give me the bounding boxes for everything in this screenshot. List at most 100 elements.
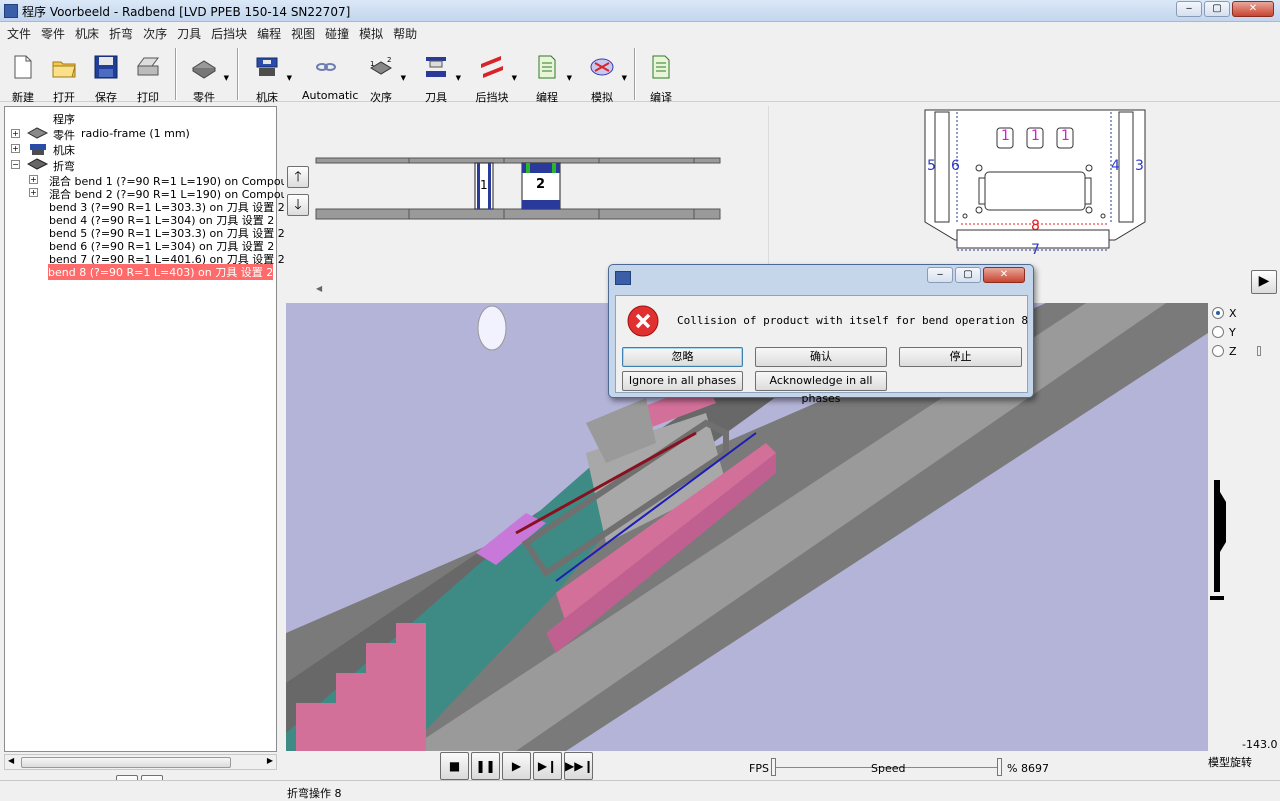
toolbar: 新建 打开 保存 打印 零件 ▼ 机床 ▼ Automatic 12 次序 ▼ … xyxy=(0,42,1280,105)
simulate-label: 模拟 xyxy=(591,91,613,104)
tree-bend-item-selected[interactable]: bend 8 (?=90 R=1 L=403) on 刀具 设置 2 xyxy=(48,264,274,280)
playback-controls: ■ ❚❚ ▶ ▶❙ ▶▶❙ xyxy=(440,752,594,780)
dialog-message: Collision of product with itself for ben… xyxy=(677,314,1028,327)
program-dropdown-icon[interactable]: ▼ xyxy=(567,74,572,82)
expand-machine-icon[interactable]: + xyxy=(11,144,20,153)
axis-y-radio[interactable] xyxy=(1212,326,1224,338)
menu-bend[interactable]: 折弯 xyxy=(106,22,140,42)
toolbar-separator xyxy=(634,48,636,100)
new-label: 新建 xyxy=(12,91,34,104)
part-label-bend1: 1 xyxy=(1061,128,1070,144)
rotate-slider-thumb[interactable] xyxy=(1257,346,1261,356)
scroll-left-icon[interactable]: ◀ xyxy=(8,756,14,765)
tree-root-label: 程序 xyxy=(53,113,75,126)
save-button[interactable]: 保存 xyxy=(83,54,129,105)
ignore-all-button[interactable]: Ignore in all phases xyxy=(622,371,743,391)
part-label-bend5: 5 xyxy=(927,158,936,174)
ignore-button[interactable]: 忽略 xyxy=(622,347,743,367)
toolbar-separator xyxy=(175,48,177,100)
tool-layout-graphic xyxy=(315,157,721,220)
part-sheet-icon xyxy=(27,127,49,139)
menu-part[interactable]: 零件 xyxy=(38,22,72,42)
menu-backgauge[interactable]: 后挡块 xyxy=(208,22,254,42)
machine-button[interactable]: 机床 ▼ xyxy=(244,54,292,105)
open-button[interactable]: 打开 xyxy=(41,54,87,105)
tools-button[interactable]: 刀具 ▼ xyxy=(413,54,461,105)
scroll-left-icon[interactable]: ◀ xyxy=(316,284,322,293)
compile-button[interactable]: 编译 xyxy=(638,54,684,105)
play-view-button[interactable]: ▶ xyxy=(1251,270,1277,294)
maximize-button[interactable]: ▢ xyxy=(1204,1,1230,17)
machine-icon xyxy=(30,144,46,155)
fast-forward-button[interactable]: ▶▶❙ xyxy=(564,752,594,780)
pause-button[interactable]: ❚❚ xyxy=(471,752,500,780)
acknowledge-all-button[interactable]: Acknowledge in all phases xyxy=(755,371,887,405)
menu-program[interactable]: 编程 xyxy=(254,22,288,42)
tree-part-label[interactable]: 零件 xyxy=(53,127,75,143)
menu-sequence[interactable]: 次序 xyxy=(140,22,174,42)
menu-help[interactable]: 帮助 xyxy=(390,22,424,42)
play-button[interactable]: ▶ xyxy=(502,752,531,780)
stop-dialog-button[interactable]: 停止 xyxy=(899,347,1022,367)
tools-dropdown-icon[interactable]: ▼ xyxy=(456,74,461,82)
backgauge-button[interactable]: 后挡块 ▼ xyxy=(469,54,517,105)
axis-z-radio[interactable] xyxy=(1212,345,1224,357)
error-icon xyxy=(627,305,659,337)
menu-simulate[interactable]: 模拟 xyxy=(356,22,390,42)
program-tree[interactable]: 程序 + 零件 radio-frame (1 mm) + 机床 − 折弯 + 混… xyxy=(4,106,316,752)
step-forward-button[interactable]: ▶❙ xyxy=(533,752,562,780)
print-button[interactable]: 打印 xyxy=(125,54,171,105)
axis-z-label: Z xyxy=(1229,345,1237,358)
tree-part-name[interactable]: radio-frame (1 mm) xyxy=(81,127,190,140)
new-button[interactable]: 新建 xyxy=(0,54,46,105)
tree-bend[interactable]: 折弯 xyxy=(53,158,75,174)
part-label-bend1: 1 xyxy=(1001,128,1010,144)
tree-horizontal-scrollbar[interactable]: ◀ ▶ xyxy=(4,754,277,770)
automatic-label: Automatic xyxy=(302,89,359,102)
toolbar-separator xyxy=(237,48,239,100)
menu-machine[interactable]: 机床 xyxy=(72,22,106,42)
simulate-button[interactable]: 模拟 ▼ xyxy=(579,54,627,105)
close-button[interactable]: ✕ xyxy=(1232,1,1274,17)
confirm-button[interactable]: 确认 xyxy=(755,347,887,367)
menu-tools[interactable]: 刀具 xyxy=(174,22,208,42)
part-dropdown-icon[interactable]: ▼ xyxy=(224,74,229,82)
dialog-minimize-button[interactable]: ‒ xyxy=(927,267,953,283)
svg-text:1: 1 xyxy=(370,60,374,68)
tool-down-button[interactable]: 🡓 xyxy=(287,194,309,216)
sequence-dropdown-icon[interactable]: ▼ xyxy=(401,74,406,82)
part-button[interactable]: 零件 ▼ xyxy=(181,54,229,105)
scroll-right-icon[interactable]: ▶ xyxy=(267,756,273,765)
simulate-dropdown-icon[interactable]: ▼ xyxy=(622,74,627,82)
dialog-close-button[interactable]: ✕ xyxy=(983,267,1025,283)
expand-bend1-icon[interactable]: + xyxy=(29,175,38,184)
axis-x-label: X xyxy=(1229,307,1237,320)
automatic-button[interactable]: Automatic xyxy=(302,54,359,102)
part-label-bend7: 7 xyxy=(1031,242,1040,258)
window-title: 程序 Voorbeeld - Radbend [LVD PPEB 150-14 … xyxy=(22,5,351,19)
minimize-button[interactable]: ‒ xyxy=(1176,1,1202,17)
stop-button[interactable]: ■ xyxy=(440,752,469,780)
expand-bend2-icon[interactable]: + xyxy=(29,188,38,197)
backgauge-dropdown-icon[interactable]: ▼ xyxy=(512,74,517,82)
scroll-thumb[interactable] xyxy=(21,757,231,768)
fps-slider-thumb[interactable] xyxy=(771,758,776,776)
menu-file[interactable]: 文件 xyxy=(4,22,38,42)
menu-view[interactable]: 视图 xyxy=(288,22,322,42)
tool-up-button[interactable]: 🡑 xyxy=(287,166,309,188)
speed-slider-thumb[interactable] xyxy=(997,758,1002,776)
model-rotate-label: 模型旋转 xyxy=(1208,756,1252,769)
part-label-bend6: 6 xyxy=(951,158,960,174)
machine-dropdown-icon[interactable]: ▼ xyxy=(287,74,292,82)
expand-part-icon[interactable]: + xyxy=(11,129,20,138)
menu-collision[interactable]: 碰撞 xyxy=(322,22,356,42)
dialog-maximize-button[interactable]: ▢ xyxy=(955,267,981,283)
program-button[interactable]: 编程 ▼ xyxy=(524,54,572,105)
fps-label: FPS xyxy=(749,762,769,775)
tree-machine[interactable]: 机床 xyxy=(53,142,75,158)
collapse-bend-icon[interactable]: − xyxy=(11,160,20,169)
sequence-button[interactable]: 12 次序 ▼ xyxy=(358,54,406,105)
app-icon xyxy=(4,4,18,18)
backgauge-icon xyxy=(481,56,503,78)
axis-x-radio[interactable] xyxy=(1212,307,1224,319)
